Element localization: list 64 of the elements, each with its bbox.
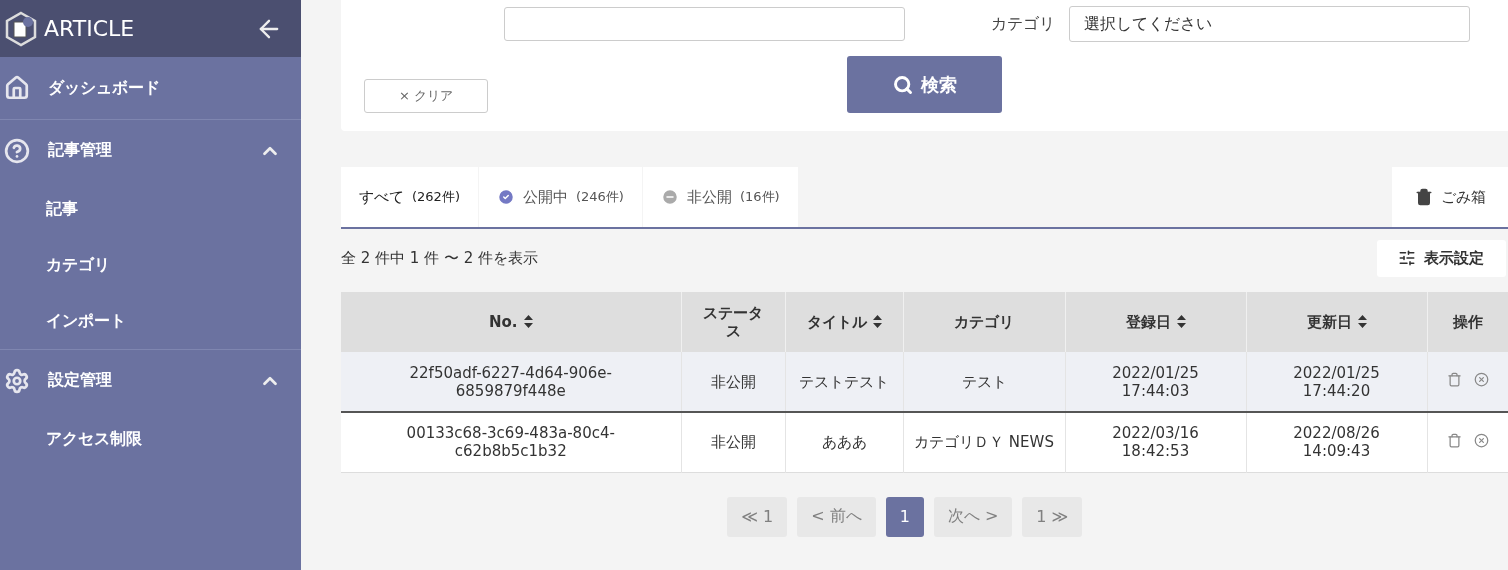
table-cell: 2022/08/26 14:09:43 bbox=[1246, 412, 1427, 472]
sidebar-item[interactable]: 設定管理 bbox=[0, 349, 301, 411]
logo-icon bbox=[4, 10, 38, 47]
table-row[interactable]: 22f50adf-6227-4d64-906e-6859879f448e 非公開 テストテスト テスト 2022/01/25 17:44:03 2022/01/25 17:44:20 bbox=[341, 352, 1508, 412]
close-icon[interactable] bbox=[1473, 372, 1489, 387]
filter-tab[interactable]: 非公開 (16件) bbox=[642, 167, 798, 227]
column-header: 操作 bbox=[1427, 292, 1508, 352]
filter-tab[interactable]: 公開中 (246件) bbox=[478, 167, 642, 227]
sort-icon[interactable] bbox=[523, 315, 533, 328]
tab-label: すべて bbox=[359, 187, 404, 207]
settings-icon bbox=[4, 367, 30, 394]
table-cell: テスト bbox=[903, 352, 1065, 412]
sidebar-subitem[interactable]: カテゴリ bbox=[0, 237, 301, 293]
table-cell: 2022/03/16 18:42:53 bbox=[1065, 412, 1246, 472]
category-select[interactable]: 選択してください bbox=[1069, 6, 1470, 42]
sidebar-subitem[interactable]: 記事 bbox=[0, 181, 301, 237]
table-row[interactable]: 00133c68-3c69-483a-80c4-c62b8b5c1b32 非公開 あああ カテゴリＤＹ NEWS 2022/03/16 18:42:53 2022/08/26 14:09:43 bbox=[341, 412, 1508, 472]
column-header[interactable]: 更新日 bbox=[1246, 292, 1427, 352]
sidebar-subitem[interactable]: インポート bbox=[0, 293, 301, 349]
sort-icon[interactable] bbox=[1357, 315, 1367, 328]
trash-button[interactable]: ごみ箱 bbox=[1391, 167, 1508, 227]
table-cell: 2022/01/25 17:44:20 bbox=[1246, 352, 1427, 412]
sliders-icon bbox=[1398, 249, 1416, 267]
column-header[interactable]: No. bbox=[341, 292, 681, 352]
table-cell: 非公開 bbox=[681, 352, 785, 412]
filter-tab[interactable]: すべて (262件) bbox=[341, 167, 478, 227]
check-circle-icon bbox=[496, 188, 515, 206]
table-cell: 非公開 bbox=[681, 412, 785, 472]
tab-label: 非公開 bbox=[686, 187, 732, 207]
help-icon bbox=[4, 137, 30, 164]
clear-button[interactable]: × クリア bbox=[364, 79, 488, 113]
trash-icon bbox=[1414, 188, 1433, 206]
table-cell: あああ bbox=[785, 412, 903, 472]
column-header: ステータス bbox=[681, 292, 785, 352]
tab-count: (246件) bbox=[575, 188, 624, 206]
search-icon bbox=[892, 74, 913, 95]
sidebar-item[interactable]: 記事管理 bbox=[0, 119, 301, 181]
table-cell: カテゴリＤＹ NEWS bbox=[903, 412, 1065, 472]
column-header: カテゴリ bbox=[903, 292, 1065, 352]
home-icon bbox=[4, 75, 30, 101]
tab-label: 公開中 bbox=[522, 187, 568, 207]
close-icon[interactable] bbox=[1473, 432, 1489, 448]
column-header[interactable]: 登録日 bbox=[1065, 292, 1246, 352]
delete-icon[interactable] bbox=[1446, 372, 1462, 387]
table-cell: 2022/01/25 17:44:03 bbox=[1065, 352, 1246, 412]
display-settings-button[interactable]: 表示設定 bbox=[1376, 239, 1506, 277]
delete-icon[interactable] bbox=[1446, 432, 1462, 448]
table-cell: 22f50adf-6227-4d64-906e-6859879f448e bbox=[341, 352, 681, 412]
sidebar-subitem[interactable]: アクセス制限 bbox=[0, 411, 301, 467]
sidebar-item[interactable]: ダッシュボード bbox=[0, 57, 301, 119]
sort-icon[interactable] bbox=[872, 315, 882, 328]
field-label: カテゴリ bbox=[990, 13, 1055, 35]
result-summary: 全 2 件中 1 件 〜 2 件を表示 bbox=[341, 248, 538, 268]
minus-circle-icon bbox=[660, 188, 679, 206]
search-button[interactable]: 検索 bbox=[847, 56, 1003, 113]
page-button[interactable]: 1 bbox=[885, 496, 924, 537]
column-header[interactable]: タイトル bbox=[785, 292, 903, 352]
table-cell: 00133c68-3c69-483a-80c4-c62b8b5c1b32 bbox=[341, 412, 681, 472]
table-cell: テストテスト bbox=[785, 352, 903, 412]
tab-count: (262件) bbox=[412, 188, 460, 206]
brand-title: ARTICLE bbox=[44, 16, 136, 41]
sort-icon[interactable] bbox=[1176, 315, 1186, 328]
input-field[interactable] bbox=[504, 7, 905, 41]
tab-count: (16件) bbox=[739, 188, 780, 206]
